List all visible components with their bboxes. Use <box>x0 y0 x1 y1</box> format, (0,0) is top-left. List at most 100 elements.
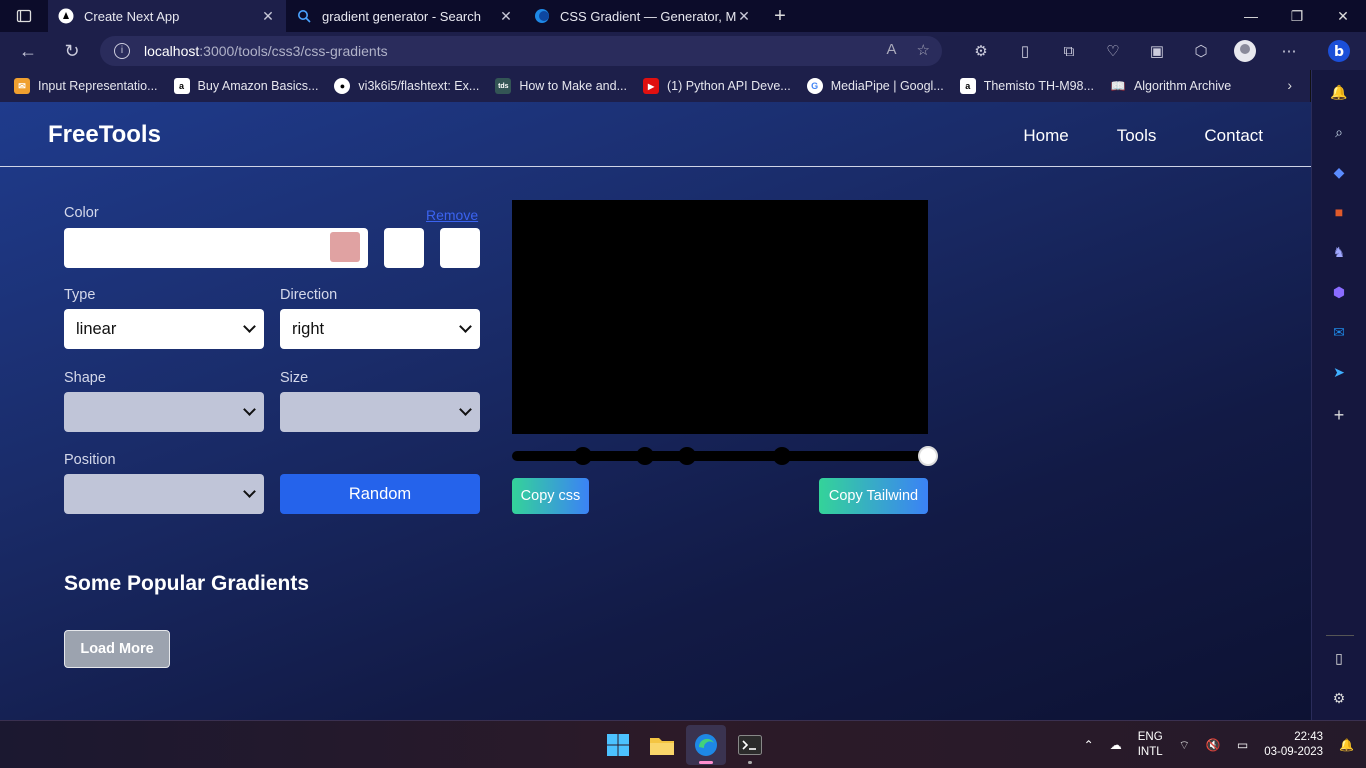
math-solver-icon[interactable]: ▣ <box>1135 32 1179 70</box>
tab-actions-icon[interactable] <box>0 0 48 32</box>
nav-contact[interactable]: Contact <box>1204 126 1263 146</box>
volume-muted-icon[interactable]: 🔇 <box>1198 738 1229 752</box>
copy-tailwind-button[interactable]: Copy Tailwind <box>819 478 928 514</box>
onedrive-cloud-icon[interactable]: ☁ <box>1102 738 1130 752</box>
battery-icon[interactable]: ▭ <box>1229 738 1256 752</box>
window-controls: — ❐ ✕ <box>1228 0 1366 32</box>
tools-briefcase-icon[interactable]: ■ <box>1328 201 1350 223</box>
drop-icon[interactable]: ➤ <box>1328 361 1350 383</box>
hide-sidebar-icon[interactable]: ▯ <box>1328 647 1350 669</box>
language-indicator[interactable]: ENG INTL <box>1130 730 1171 760</box>
chevron-up-icon[interactable]: ⌃ <box>1076 738 1102 752</box>
direction-select-value: right <box>292 319 325 338</box>
favorite-item[interactable]: tds How to Make and... <box>495 78 627 94</box>
search-icon[interactable]: ⌕ <box>1328 121 1350 143</box>
tab-create-next-app[interactable]: Create Next App ✕ <box>48 0 286 32</box>
wifi-icon[interactable]: ⌔ <box>1171 738 1198 753</box>
terminal-icon[interactable] <box>730 725 770 765</box>
popular-gradients-heading: Some Popular Gradients <box>64 572 310 595</box>
browser-essentials-icon[interactable]: ♡ <box>1091 32 1135 70</box>
back-icon[interactable]: ← <box>6 32 50 70</box>
refresh-icon[interactable]: ↻ <box>50 32 94 70</box>
gradient-stop-handle[interactable] <box>918 446 938 466</box>
start-windows-icon[interactable] <box>598 725 638 765</box>
color-swatch[interactable] <box>330 232 360 262</box>
shape-label: Shape <box>64 370 106 386</box>
shopping-tag-icon[interactable]: ◆ <box>1328 161 1350 183</box>
profile-icon[interactable] <box>1223 32 1267 70</box>
gradient-stop-handle[interactable] <box>773 447 792 465</box>
copilot-icon[interactable]: ⬡ <box>1179 32 1223 70</box>
favorite-item[interactable]: ▶ (1) Python API Deve... <box>643 78 791 94</box>
gradient-stop-handle[interactable] <box>636 447 655 465</box>
tab-css-gradient[interactable]: CSS Gradient — Generator, Maker, and ✕ <box>524 0 762 32</box>
close-tab-icon[interactable]: ✕ <box>498 8 514 25</box>
address-bar[interactable]: i localhost:3000/tools/css3/css-gradient… <box>100 36 942 66</box>
nextjs-icon <box>58 8 74 24</box>
favorites-bar: ✉ Input Representatio... a Buy Amazon Basi… <box>0 70 1310 102</box>
favorite-item[interactable]: a Buy Amazon Basics... <box>173 78 318 94</box>
favorite-star-icon[interactable]: ☆ <box>917 41 930 59</box>
shape-select[interactable] <box>64 392 264 432</box>
minimize-icon[interactable]: — <box>1228 0 1274 32</box>
position-select[interactable] <box>64 474 264 514</box>
outlook-icon[interactable]: ✉ <box>1328 321 1350 343</box>
extensions-icon[interactable]: ⚙ <box>959 32 1003 70</box>
split-screen-icon[interactable]: ▯ <box>1003 32 1047 70</box>
games-icon[interactable]: ♞ <box>1328 241 1350 263</box>
favorite-item[interactable]: G MediaPipe | Googl... <box>806 78 944 94</box>
url-path: :3000/tools/css3/css-gradients <box>199 43 388 59</box>
amazon-icon: a <box>959 78 976 94</box>
site-info-icon[interactable]: i <box>114 43 130 59</box>
gradient-stop-handle[interactable] <box>573 447 592 465</box>
random-button[interactable]: Random <box>280 474 480 514</box>
notifications-icon[interactable]: 🔔 <box>1331 738 1366 752</box>
edge-browser-icon[interactable] <box>686 725 726 765</box>
collections-icon[interactable]: ⧉ <box>1047 32 1091 70</box>
color-input[interactable] <box>64 228 368 268</box>
color-stop-box[interactable] <box>440 228 480 268</box>
favorite-item[interactable]: a Themisto TH-M98... <box>959 78 1094 94</box>
sidebar-divider <box>1326 635 1354 636</box>
add-icon[interactable]: + <box>1328 404 1350 426</box>
size-select[interactable] <box>280 392 480 432</box>
nav-tools[interactable]: Tools <box>1117 126 1157 146</box>
bookmark-icon: ✉ <box>14 78 30 94</box>
read-aloud-icon[interactable]: A <box>887 41 897 59</box>
google-icon: G <box>806 78 823 94</box>
notification-bell-icon[interactable]: 🔔 <box>1328 81 1350 103</box>
bing-icon[interactable]: b <box>1311 32 1366 70</box>
chevron-right-icon[interactable]: › <box>1287 77 1292 93</box>
new-tab-button[interactable]: + <box>762 5 798 28</box>
color-label: Color <box>64 205 99 221</box>
nav-home[interactable]: Home <box>1023 126 1068 146</box>
type-select[interactable]: linear <box>64 309 264 349</box>
gradient-stop-handle[interactable] <box>677 447 696 465</box>
favorite-item[interactable]: ● vi3k6i5/flashtext: Ex... <box>334 78 479 94</box>
favorite-label: How to Make and... <box>519 79 628 93</box>
remove-link[interactable]: Remove <box>426 207 478 223</box>
site-logo[interactable]: FreeTools <box>48 121 161 149</box>
tab-gradient-search[interactable]: gradient generator - Search ✕ <box>286 0 524 32</box>
keyboard-layout: INTL <box>1137 746 1163 758</box>
type-select-value: linear <box>76 319 117 338</box>
direction-select[interactable]: right <box>280 309 480 349</box>
more-menu-icon[interactable]: ⋯ <box>1267 32 1311 70</box>
file-explorer-icon[interactable] <box>642 725 682 765</box>
favorite-item[interactable]: ✉ Input Representatio... <box>14 78 158 94</box>
close-tab-icon[interactable]: ✕ <box>736 8 752 25</box>
close-tab-icon[interactable]: ✕ <box>260 8 276 25</box>
microsoft-365-icon[interactable]: ⬢ <box>1328 281 1350 303</box>
settings-gear-icon[interactable]: ⚙ <box>1328 687 1350 709</box>
color-stop-box[interactable] <box>384 228 424 268</box>
url-host: localhost <box>144 43 200 59</box>
load-more-button[interactable]: Load More <box>64 630 170 668</box>
github-icon: ● <box>334 78 351 94</box>
restore-icon[interactable]: ❐ <box>1274 0 1320 32</box>
edge-sidebar: 🔔 ⌕ ◆ ■ ♞ ⬢ ✉ ➤ + ▯ ⚙ <box>1311 70 1366 720</box>
favorite-item[interactable]: 📖 Algorithm Archive <box>1110 78 1231 94</box>
svg-text:b: b <box>1333 44 1343 60</box>
copy-css-button[interactable]: Copy css <box>512 478 589 514</box>
close-window-icon[interactable]: ✕ <box>1320 0 1366 32</box>
clock[interactable]: 22:43 03-09-2023 <box>1256 730 1331 760</box>
